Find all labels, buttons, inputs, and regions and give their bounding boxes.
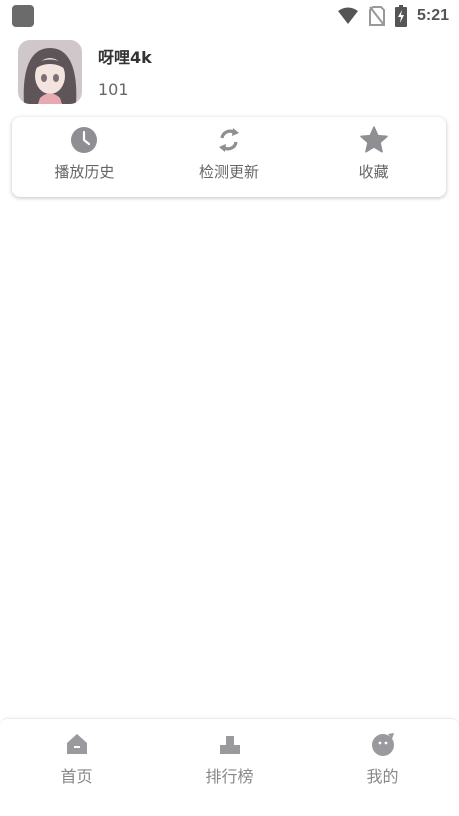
play-history-label: 播放历史 bbox=[54, 163, 115, 181]
status-icons: 5:21 bbox=[337, 5, 449, 27]
nav-ranking-label: 排行榜 bbox=[205, 767, 254, 786]
avatar[interactable] bbox=[18, 40, 82, 104]
profile-face-icon bbox=[371, 733, 394, 756]
nav-home-label: 首页 bbox=[60, 767, 93, 786]
profile-name: 呀哩4k bbox=[98, 48, 152, 67]
profile-id: 101 bbox=[98, 80, 129, 99]
battery-charging-icon bbox=[394, 5, 407, 27]
status-time: 5:21 bbox=[416, 7, 449, 24]
star-icon bbox=[359, 126, 388, 153]
favorites-button[interactable]: 收藏 bbox=[301, 117, 446, 197]
app-icon bbox=[12, 5, 34, 27]
clock-icon bbox=[71, 127, 98, 153]
home-icon bbox=[66, 734, 87, 754]
nav-profile[interactable]: 我的 bbox=[306, 719, 459, 799]
check-update-button[interactable]: 检测更新 bbox=[157, 117, 302, 197]
profile-header[interactable]: 呀哩4k 101 bbox=[18, 40, 152, 106]
quick-actions-card: 播放历史 检测更新 收藏 bbox=[12, 117, 446, 197]
refresh-icon bbox=[219, 128, 239, 152]
nav-ranking[interactable]: 排行榜 bbox=[153, 719, 306, 799]
nav-home[interactable]: 首页 bbox=[0, 719, 153, 799]
nav-profile-label: 我的 bbox=[366, 767, 399, 786]
ranking-icon bbox=[219, 736, 240, 754]
check-update-label: 检测更新 bbox=[199, 163, 260, 181]
status-bar: 5:21 bbox=[0, 0, 459, 32]
bottom-navigation: 首页 排行榜 我的 bbox=[0, 718, 459, 799]
no-sim-icon bbox=[368, 6, 385, 26]
play-history-button[interactable]: 播放历史 bbox=[12, 117, 157, 197]
favorites-label: 收藏 bbox=[358, 163, 389, 181]
wifi-icon bbox=[337, 7, 358, 24]
